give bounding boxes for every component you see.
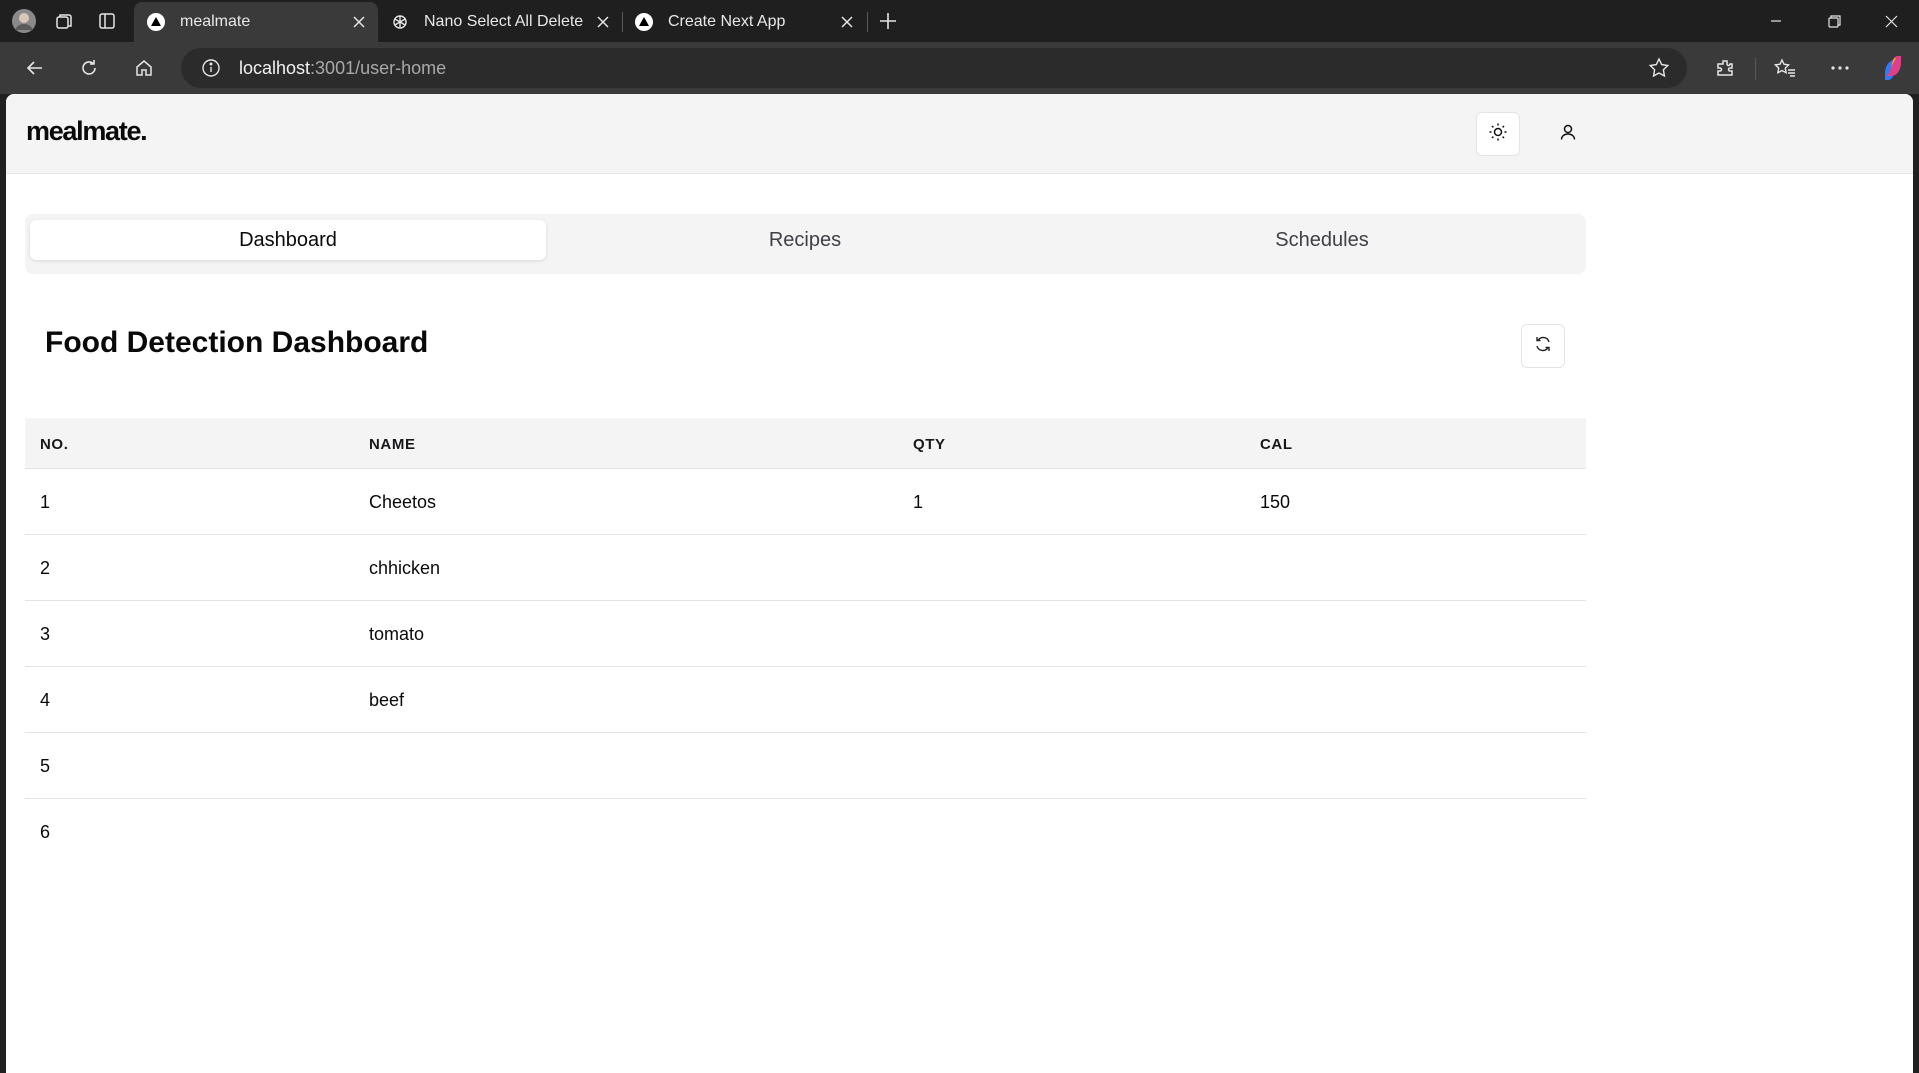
user-icon [1559,123,1577,146]
table-header: NO. NAME QTY CAL [25,418,1586,469]
openai-icon [390,12,410,32]
theme-toggle-button[interactable] [1476,112,1520,156]
browser-tab-next[interactable]: Create Next App [622,2,866,42]
reload-icon[interactable] [70,50,108,86]
cell-name: tomato [369,624,425,644]
back-icon[interactable] [16,50,54,86]
restore-icon[interactable] [1806,0,1862,42]
favicon-triangle-icon [146,12,166,32]
copilot-icon[interactable] [1874,50,1912,86]
column-header-name[interactable]: NAME [369,436,416,453]
table-row[interactable]: 3 tomato [25,601,1586,667]
browser-tab-mealmate[interactable]: mealmate [134,2,378,42]
close-icon[interactable] [344,7,374,37]
new-tab-icon[interactable] [874,8,902,34]
cell-name: chhicken [369,558,441,578]
user-menu-button[interactable] [1546,112,1590,156]
favicon-triangle-icon [634,12,654,32]
cell-no: 6 [40,822,51,842]
browser-toolbar: localhost:3001/user-home [0,42,1919,94]
table-row[interactable]: 5 [25,733,1586,799]
tab-schedules[interactable]: Schedules [1064,220,1580,260]
table-row[interactable]: 6 [25,799,1586,865]
column-header-cal[interactable]: CAL [1260,436,1293,453]
cell-no: 3 [40,624,51,644]
food-table: NO. NAME QTY CAL 1 Cheetos 1 150 2 chhic… [25,418,1586,865]
workspaces-icon[interactable] [50,8,78,34]
tab-recipes[interactable]: Recipes [547,220,1063,260]
app-logo[interactable]: mealmate. [26,116,148,147]
browser-tab-strip: mealmate Nano Select All Delete Create N… [0,0,1919,42]
tab-title: mealmate [180,13,251,30]
tab-separator [867,12,868,32]
extensions-icon[interactable] [1706,50,1744,86]
tab-dashboard[interactable]: Dashboard [30,220,546,260]
refresh-icon [1534,335,1552,358]
info-icon[interactable] [199,56,223,80]
table-row[interactable]: 2 chhicken [25,535,1586,601]
close-icon[interactable] [588,7,618,37]
table-row[interactable]: 1 Cheetos 1 150 [25,469,1586,535]
cell-no: 1 [40,492,51,512]
refresh-button[interactable] [1521,324,1565,368]
cell-qty: 1 [913,492,924,512]
cell-name: beef [369,690,405,710]
tab-title: Nano Select All Delete [424,13,584,30]
cell-no: 2 [40,558,51,578]
star-icon[interactable] [1647,56,1671,80]
minimize-icon[interactable] [1748,0,1804,42]
main-tabs: Dashboard Recipes Schedules [25,214,1586,274]
cell-no: 4 [40,690,51,710]
tab-title: Create Next App [668,13,786,30]
table-row[interactable]: 4 beef [25,667,1586,733]
browser-tab-nano[interactable]: Nano Select All Delete [378,2,622,42]
profile-avatar-icon[interactable] [10,8,38,34]
toolbar-separator [1755,58,1756,80]
column-header-qty[interactable]: QTY [913,436,946,453]
close-window-icon[interactable] [1863,0,1919,42]
address-bar[interactable]: localhost:3001/user-home [181,48,1687,88]
page-viewport: mealmate. Dashboard Recipes Schedules Fo… [6,94,1913,1073]
tab-actions-icon[interactable] [93,8,121,34]
url-path: :3001/user-home [310,57,447,78]
app-header: mealmate. [6,94,1913,174]
url-host: localhost [239,57,311,78]
home-icon[interactable] [125,50,163,86]
close-icon[interactable] [832,7,862,37]
more-icon[interactable] [1821,50,1859,86]
page-title: Food Detection Dashboard [45,326,429,359]
favorites-icon[interactable] [1766,50,1804,86]
cell-no: 5 [40,756,51,776]
cell-name: Cheetos [369,492,437,512]
column-header-no[interactable]: NO. [40,436,68,453]
cell-cal: 150 [1260,492,1291,512]
sun-icon [1488,122,1508,147]
